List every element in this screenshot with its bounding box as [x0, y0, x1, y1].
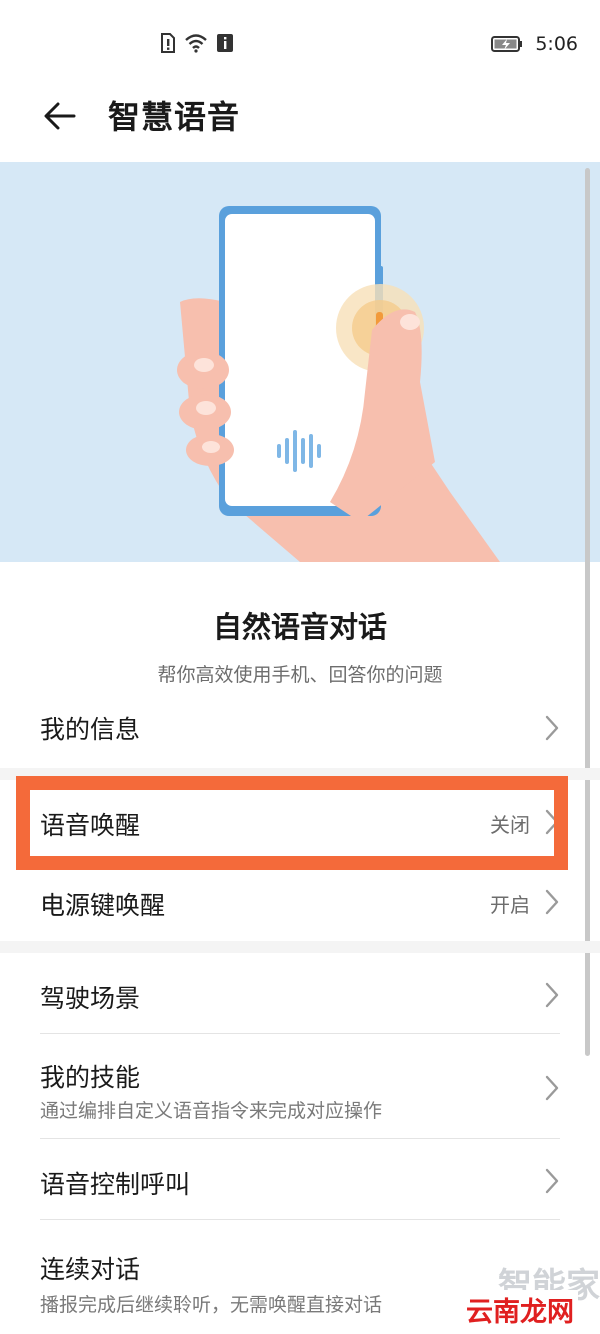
- setting-value: 开启: [490, 893, 530, 917]
- chevron-right-icon: [545, 982, 559, 1008]
- status-icons-left: [160, 33, 234, 53]
- highlight-box: [16, 776, 568, 870]
- back-button[interactable]: [40, 96, 80, 136]
- chevron-right-icon: [545, 715, 559, 741]
- wifi-icon: [184, 33, 208, 53]
- setting-my-skills[interactable]: 我的技能 通过编排自定义语音指令来完成对应操作: [0, 1034, 600, 1138]
- intro-title: 自然语音对话: [212, 610, 387, 644]
- page-title: 智慧语音: [108, 98, 241, 136]
- setting-label: 我的技能: [40, 1063, 141, 1092]
- setting-label: 连续对话: [40, 1255, 141, 1284]
- info-icon: [216, 33, 234, 53]
- chevron-right-icon: [545, 1168, 559, 1194]
- setting-label: 电源键唤醒: [40, 891, 166, 920]
- intro-subtitle: 帮你高效使用手机、回答你的问题: [157, 664, 443, 686]
- chevron-right-icon: [545, 1075, 559, 1101]
- hand-holding-phone-illustration: [177, 206, 500, 562]
- chevron-right-icon: [545, 889, 559, 915]
- status-bar: 5:06: [0, 0, 600, 90]
- setting-my-info[interactable]: 我的信息: [0, 692, 600, 764]
- battery-charging-icon: [491, 35, 523, 53]
- setting-voice-call[interactable]: 语音控制呼叫: [0, 1139, 600, 1219]
- status-icons-right: 5:06: [491, 33, 578, 55]
- setting-description: 通过编排自定义语音指令来完成对应操作: [40, 1100, 383, 1122]
- sim-alert-icon: [160, 33, 176, 53]
- hero-illustration: [0, 162, 600, 562]
- setting-power-key-wakeup[interactable]: 电源键唤醒 开启: [0, 866, 600, 940]
- watermark-yunnanlongwang: 云南龙网: [462, 1290, 578, 1329]
- section-divider: [0, 941, 600, 953]
- setting-driving-scene[interactable]: 驾驶场景: [0, 955, 600, 1033]
- arrow-left-icon: [44, 102, 76, 130]
- status-time: 5:06: [535, 33, 578, 55]
- setting-label: 驾驶场景: [40, 984, 141, 1013]
- setting-label: 语音控制呼叫: [40, 1170, 191, 1199]
- app-bar: 智慧语音: [0, 88, 600, 160]
- setting-label: 我的信息: [40, 715, 141, 744]
- setting-description: 播报完成后继续聆听，无需唤醒直接对话: [40, 1294, 383, 1316]
